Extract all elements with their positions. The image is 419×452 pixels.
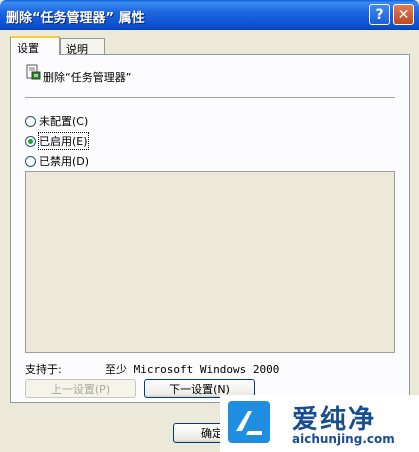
- radio-circle[interactable]: [25, 115, 36, 127]
- radio-not-configured[interactable]: 未配置(C): [25, 113, 88, 129]
- radio-circle[interactable]: [25, 155, 36, 167]
- previous-setting-button[interactable]: 上一设置(P): [25, 379, 136, 398]
- help-button[interactable]: ?: [369, 4, 390, 25]
- watermark-url: aichunjing.com: [292, 432, 395, 446]
- supported-label: 支持于:: [25, 363, 62, 376]
- watermark-logo-icon: [228, 401, 270, 443]
- policy-setting-icon: [25, 64, 41, 80]
- window-title: 删除“任务管理器” 属性: [6, 11, 145, 26]
- radio-disabled[interactable]: 已禁用(D): [25, 153, 89, 169]
- supported-value: 至少 Microsoft Windows 2000: [105, 363, 280, 376]
- radio-label: 已启用(E): [38, 132, 89, 150]
- watermark-text: 爱纯净: [292, 405, 377, 435]
- tab-settings[interactable]: 设置: [10, 36, 60, 55]
- radio-label: 未配置(C): [39, 115, 89, 128]
- close-button[interactable]: ✕: [393, 4, 414, 25]
- properties-dialog: 删除“任务管理器” 属性 ? ✕ 设置 说明 删除“任务管理器” 未配置(C) …: [0, 0, 419, 452]
- radio-circle-checked[interactable]: [25, 135, 36, 147]
- radio-label: 已禁用(D): [39, 155, 90, 168]
- watermark: 爱纯净 aichunjing.com: [220, 395, 419, 452]
- settings-panel: 删除“任务管理器” 未配置(C) 已启用(E) 已禁用(D) 支持于: 至少 M…: [10, 54, 410, 403]
- title-bar[interactable]: 删除“任务管理器” 属性 ? ✕: [0, 0, 419, 30]
- separator: [25, 97, 395, 98]
- policy-name: 删除“任务管理器”: [43, 71, 132, 84]
- tab-explain[interactable]: 说明: [60, 38, 105, 56]
- option-area: [25, 171, 395, 353]
- radio-enabled[interactable]: 已启用(E): [25, 132, 89, 150]
